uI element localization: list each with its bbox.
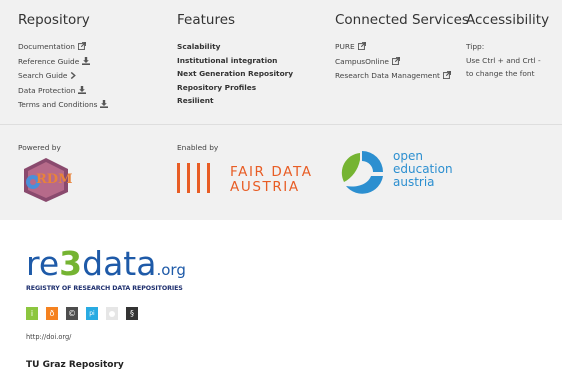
- section-divider: [0, 124, 562, 125]
- external-link-icon: [77, 41, 87, 55]
- documentation-link[interactable]: Documentation: [18, 40, 108, 55]
- features-column: Features Scalability Institutional integ…: [177, 12, 293, 108]
- accessibility-column: Accessibility Tipp: Use Ctrl + and Crtl …: [466, 12, 562, 81]
- research-data-management-link[interactable]: Research Data Management: [335, 69, 469, 84]
- oea-circle-icon: [341, 151, 383, 194]
- download-icon: [78, 85, 87, 99]
- feature-institutional-integration: Institutional integration: [177, 55, 278, 65]
- external-link-icon: [357, 41, 366, 55]
- data-protection-link[interactable]: Data Protection: [18, 84, 108, 99]
- re3data-logo[interactable]: re3data.org REGISTRY OF RESEARCH DATA RE…: [26, 247, 186, 292]
- accessibility-heading: Accessibility: [466, 12, 550, 28]
- chevron-right-icon: [70, 70, 77, 84]
- features-heading: Features: [177, 12, 236, 28]
- feature-repository-profiles: Repository Profiles: [177, 82, 257, 92]
- repository-column: Repository Documentation Reference Guide…: [18, 12, 109, 113]
- oea-text: open education austria: [393, 149, 453, 189]
- enabled-by-label: Enabled by: [177, 143, 219, 152]
- tu-graz-repository-title: TU Graz Repository: [26, 360, 124, 370]
- feature-resilient: Resilient: [177, 96, 214, 106]
- feature-scalability: Scalability: [177, 42, 221, 51]
- powered-by-label: Powered by: [18, 143, 61, 152]
- re3data-subtitle: REGISTRY OF RESEARCH DATA REPOSITORIES: [26, 285, 183, 292]
- connected-services-column: Connected Services PURE CampusOnline Res…: [335, 12, 469, 84]
- pure-link[interactable]: PURE: [335, 40, 469, 55]
- reference-guide-link[interactable]: Reference Guide: [18, 55, 108, 70]
- accessibility-tip-label: Tipp:: [466, 42, 485, 51]
- search-guide-link[interactable]: Search Guide: [18, 69, 108, 84]
- rdm-logo-text: RDM: [36, 172, 73, 187]
- download-icon: [100, 99, 109, 113]
- external-link-icon: [391, 56, 401, 70]
- external-link-icon: [442, 70, 452, 84]
- accessibility-tip-line: Use Ctrl + and Crtl -: [466, 55, 541, 65]
- feature-next-generation-repository: Next Generation Repository: [177, 69, 294, 79]
- accessibility-tip-line: to change the font: [466, 69, 535, 79]
- re3data-badges: i ð © pi §: [26, 307, 138, 320]
- open-access-badge-icon[interactable]: ð: [46, 307, 58, 320]
- invenio-rdm-logo[interactable]: RDM: [21, 157, 73, 207]
- download-icon: [82, 56, 91, 70]
- policy-badge-icon[interactable]: §: [126, 307, 138, 320]
- campusonline-link[interactable]: CampusOnline: [335, 55, 469, 70]
- doi-link[interactable]: http://doi.org/: [26, 333, 71, 341]
- pid-badge-icon[interactable]: pi: [86, 307, 98, 320]
- certificate-badge-icon[interactable]: [106, 307, 118, 320]
- fair-data-austria-text: FAIR DATA AUSTRIA: [230, 164, 313, 195]
- info-badge-icon[interactable]: i: [26, 307, 38, 320]
- terms-and-conditions-link[interactable]: Terms and Conditions: [18, 98, 109, 113]
- connected-services-heading: Connected Services: [335, 12, 469, 28]
- copyright-badge-icon[interactable]: ©: [66, 307, 78, 320]
- repository-heading: Repository: [18, 12, 90, 28]
